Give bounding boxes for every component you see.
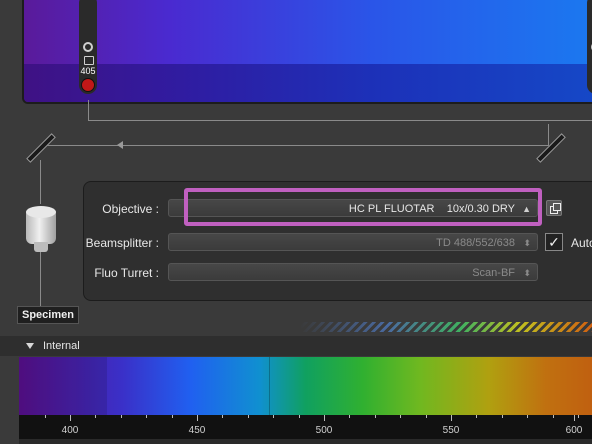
slider-value: 405 bbox=[80, 66, 96, 76]
slider-knob[interactable] bbox=[83, 42, 93, 52]
axis-minor-tick bbox=[197, 415, 198, 418]
objective-label: Objective : bbox=[102, 202, 159, 216]
fluo-turret-value: Scan-BF bbox=[472, 267, 515, 279]
fluo-turret-dropdown[interactable]: Scan-BF ⬍ bbox=[168, 263, 538, 281]
axis-tick-label: 400 bbox=[61, 425, 79, 436]
axis-minor-tick bbox=[324, 415, 325, 418]
checkmark-icon: ✓ bbox=[548, 234, 560, 250]
axis-tick-label: 500 bbox=[315, 425, 333, 436]
laser-indicator-dot[interactable] bbox=[81, 78, 95, 92]
internal-section-header[interactable]: Internal bbox=[0, 336, 592, 356]
axis-minor-tick bbox=[70, 415, 71, 418]
axis-minor-tick bbox=[146, 415, 148, 418]
fluo-turret-label: Fluo Turret : bbox=[94, 266, 159, 280]
axis-minor-tick bbox=[552, 415, 554, 418]
chevron-updown-icon: ⬍ bbox=[523, 268, 531, 278]
beam-line bbox=[40, 160, 41, 204]
axis-minor-tick bbox=[400, 415, 402, 418]
axis-minor-tick bbox=[374, 415, 376, 418]
axis-tick-label: 450 bbox=[188, 425, 206, 436]
objective-lens-icon bbox=[24, 206, 58, 252]
beam-line bbox=[88, 100, 89, 120]
spectrum-band bbox=[19, 357, 107, 415]
axis-tick-label: 550 bbox=[442, 425, 460, 436]
top-spectrum-panel: 405 bbox=[22, 0, 592, 104]
axis-minor-tick bbox=[120, 415, 122, 418]
highlight-box bbox=[184, 188, 542, 226]
axis-minor-tick bbox=[222, 415, 224, 418]
axis-minor-tick bbox=[171, 415, 173, 418]
beam-line bbox=[40, 252, 41, 306]
beamsplitter-value: TD 488/552/638 bbox=[436, 237, 515, 249]
axis-minor-tick bbox=[476, 415, 478, 418]
axis-scrollbar[interactable] bbox=[19, 439, 592, 444]
copy-button[interactable] bbox=[546, 200, 562, 216]
axis-minor-tick bbox=[527, 415, 529, 418]
right-wavelength-slider[interactable] bbox=[587, 0, 592, 94]
left-wavelength-slider[interactable]: 405 bbox=[79, 0, 97, 94]
left-mirror bbox=[26, 133, 56, 163]
axis-minor-tick bbox=[578, 415, 579, 418]
right-mirror bbox=[536, 133, 566, 163]
axis-minor-tick bbox=[247, 415, 249, 418]
spectrum-detector-band bbox=[24, 64, 592, 102]
wavelength-axis: 400 450 500 550 600 bbox=[19, 415, 592, 444]
beam-arrow-icon bbox=[117, 141, 123, 149]
axis-minor-tick bbox=[273, 415, 275, 418]
triangle-down-icon[interactable] bbox=[26, 343, 34, 349]
axis-tick-label: 600 bbox=[565, 425, 583, 436]
spectrum-stripe bbox=[300, 322, 592, 332]
axis-minor-tick bbox=[298, 415, 300, 418]
section-title: Internal bbox=[43, 340, 80, 352]
axis-minor-tick bbox=[425, 415, 427, 418]
beamsplitter-dropdown[interactable]: TD 488/552/638 ⬍ bbox=[168, 233, 538, 251]
axis-minor-tick bbox=[349, 415, 351, 418]
chevron-updown-icon: ⬍ bbox=[523, 238, 531, 248]
beam-line bbox=[88, 120, 592, 121]
specimen-label: Specimen bbox=[17, 306, 79, 324]
beamsplitter-label: Beamsplitter : bbox=[85, 236, 159, 250]
auto-label: Auto bbox=[571, 236, 592, 250]
axis-minor-tick bbox=[44, 415, 46, 418]
axis-minor-tick bbox=[501, 415, 503, 418]
internal-spectrum bbox=[19, 357, 592, 415]
auto-checkbox[interactable]: ✓ bbox=[545, 233, 563, 251]
spectrum-band bbox=[269, 357, 270, 415]
lock-icon[interactable] bbox=[84, 56, 94, 65]
axis-minor-tick bbox=[451, 415, 452, 418]
axis-tick bbox=[574, 415, 575, 421]
beam-line bbox=[548, 124, 549, 146]
axis-minor-tick bbox=[95, 415, 97, 418]
